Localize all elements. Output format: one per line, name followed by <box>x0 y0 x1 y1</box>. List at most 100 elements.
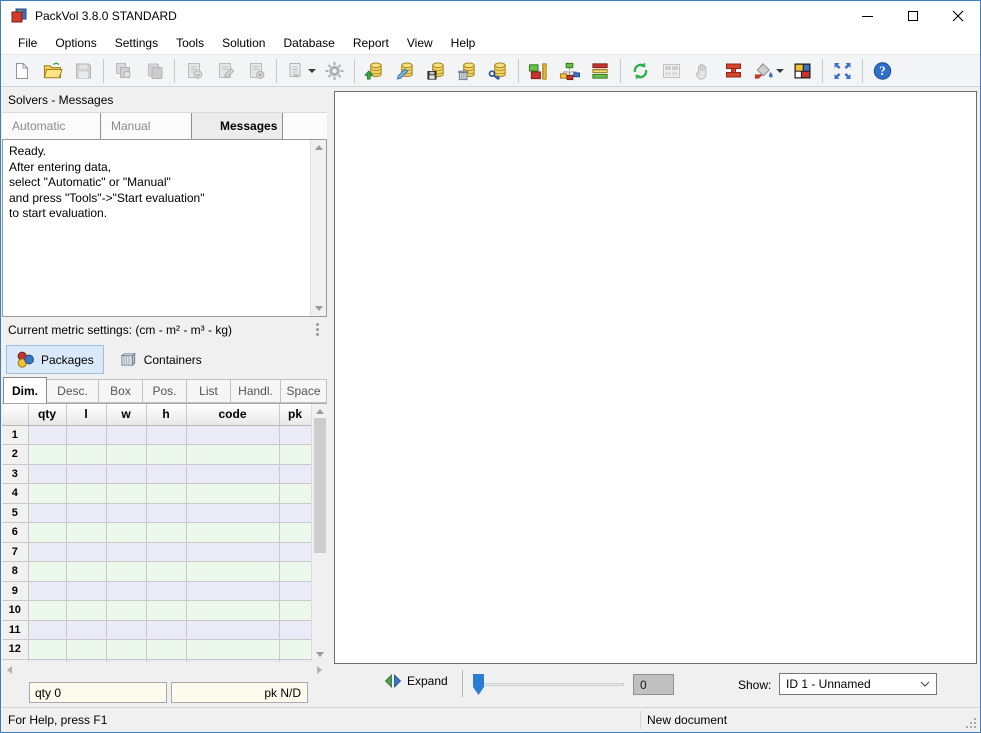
new-document-button[interactable] <box>6 57 37 85</box>
packages-subtab[interactable]: Box <box>99 379 143 403</box>
open-file-button[interactable] <box>37 57 68 85</box>
report-remove-button[interactable] <box>241 57 272 85</box>
report-refresh-button[interactable] <box>179 57 210 85</box>
view-canvas[interactable] <box>334 91 977 664</box>
cell-w[interactable] <box>106 601 146 621</box>
cell-h[interactable] <box>146 523 186 543</box>
cell-code[interactable] <box>186 659 279 662</box>
cell-pk[interactable] <box>279 659 311 662</box>
menu-item[interactable]: Solution <box>213 33 274 53</box>
messages-scrollbar[interactable] <box>310 140 326 316</box>
grid-column-header[interactable]: l <box>66 404 106 425</box>
row-number[interactable]: 11 <box>2 620 28 640</box>
cell-h[interactable] <box>146 562 186 582</box>
cell-pk[interactable] <box>279 562 311 582</box>
cell-qty[interactable] <box>28 542 66 562</box>
cell-code[interactable] <box>186 425 279 445</box>
row-number[interactable]: 4 <box>2 484 28 504</box>
settings-gear-button[interactable] <box>319 57 350 85</box>
cell-pk[interactable] <box>279 484 311 504</box>
solid-view-button[interactable] <box>718 57 749 85</box>
cell-code[interactable] <box>186 620 279 640</box>
menu-item[interactable]: Tools <box>167 33 213 53</box>
color-layout-button[interactable] <box>787 57 818 85</box>
cell-l[interactable] <box>66 659 106 662</box>
packages-subtab[interactable]: Pos. <box>143 379 187 403</box>
tab-messages[interactable]: Messages <box>192 113 283 139</box>
cell-h[interactable] <box>146 659 186 662</box>
cell-qty[interactable] <box>28 562 66 582</box>
cell-qty[interactable] <box>28 503 66 523</box>
save-file-button[interactable] <box>68 57 99 85</box>
row-number[interactable]: 8 <box>2 562 28 582</box>
cell-h[interactable] <box>146 445 186 465</box>
expand-button[interactable]: Expand <box>384 673 448 689</box>
define-structure-button[interactable] <box>554 57 585 85</box>
cell-l[interactable] <box>66 523 106 543</box>
export-report-button[interactable] <box>281 57 319 85</box>
cell-l[interactable] <box>66 464 106 484</box>
grid-column-header[interactable] <box>2 404 28 425</box>
cell-w[interactable] <box>106 445 146 465</box>
grid-column-header[interactable]: w <box>106 404 146 425</box>
row-number[interactable]: 7 <box>2 542 28 562</box>
cell-pk[interactable] <box>279 601 311 621</box>
cell-code[interactable] <box>186 445 279 465</box>
packages-subtab[interactable]: Handl. <box>231 379 281 403</box>
db-access-button[interactable] <box>483 57 514 85</box>
cell-code[interactable] <box>186 464 279 484</box>
maximize-button[interactable] <box>890 1 935 31</box>
cell-code[interactable] <box>186 562 279 582</box>
cell-h[interactable] <box>146 640 186 660</box>
cell-code[interactable] <box>186 601 279 621</box>
grid-horizontal-scrollbar[interactable] <box>2 662 327 677</box>
packages-subtab[interactable]: Dim. <box>3 377 47 403</box>
cell-qty[interactable] <box>28 640 66 660</box>
minimize-button[interactable] <box>845 1 890 31</box>
cell-qty[interactable] <box>28 464 66 484</box>
help-button[interactable]: ? <box>867 57 898 85</box>
grid-view-button[interactable] <box>656 57 687 85</box>
cell-w[interactable] <box>106 640 146 660</box>
cell-l[interactable] <box>66 620 106 640</box>
define-list-button[interactable] <box>585 57 616 85</box>
db-delete-button[interactable] <box>452 57 483 85</box>
cell-pk[interactable] <box>279 445 311 465</box>
cell-pk[interactable] <box>279 581 311 601</box>
row-number[interactable]: 10 <box>2 601 28 621</box>
cell-w[interactable] <box>106 542 146 562</box>
cell-pk[interactable] <box>279 640 311 660</box>
cell-h[interactable] <box>146 581 186 601</box>
cell-l[interactable] <box>66 562 106 582</box>
row-number[interactable]: 6 <box>2 523 28 543</box>
cell-pk[interactable] <box>279 503 311 523</box>
cell-qty[interactable] <box>28 601 66 621</box>
grid-column-header[interactable]: code <box>186 404 279 425</box>
tab-manual[interactable]: Manual <box>101 113 192 139</box>
row-number[interactable]: 1 <box>2 425 28 445</box>
row-number[interactable]: 9 <box>2 581 28 601</box>
cell-w[interactable] <box>106 620 146 640</box>
grid-column-header[interactable]: qty <box>28 404 66 425</box>
fill-color-button[interactable] <box>749 57 787 85</box>
expand-slider[interactable] <box>473 674 624 695</box>
cell-h[interactable] <box>146 620 186 640</box>
cell-pk[interactable] <box>279 523 311 543</box>
cell-qty[interactable] <box>28 659 66 662</box>
cell-l[interactable] <box>66 640 106 660</box>
cell-w[interactable] <box>106 581 146 601</box>
menu-item[interactable]: Settings <box>106 33 167 53</box>
cell-w[interactable] <box>106 464 146 484</box>
cell-code[interactable] <box>186 542 279 562</box>
cell-qty[interactable] <box>28 425 66 445</box>
grid-vertical-scrollbar[interactable] <box>311 404 327 662</box>
row-number[interactable]: 13 <box>2 659 28 662</box>
cell-l[interactable] <box>66 581 106 601</box>
cell-w[interactable] <box>106 562 146 582</box>
db-edit-button[interactable] <box>390 57 421 85</box>
cell-l[interactable] <box>66 425 106 445</box>
packages-subtab[interactable]: List <box>187 379 231 403</box>
menu-item[interactable]: Options <box>46 33 105 53</box>
cell-l[interactable] <box>66 601 106 621</box>
close-button[interactable] <box>935 1 980 31</box>
